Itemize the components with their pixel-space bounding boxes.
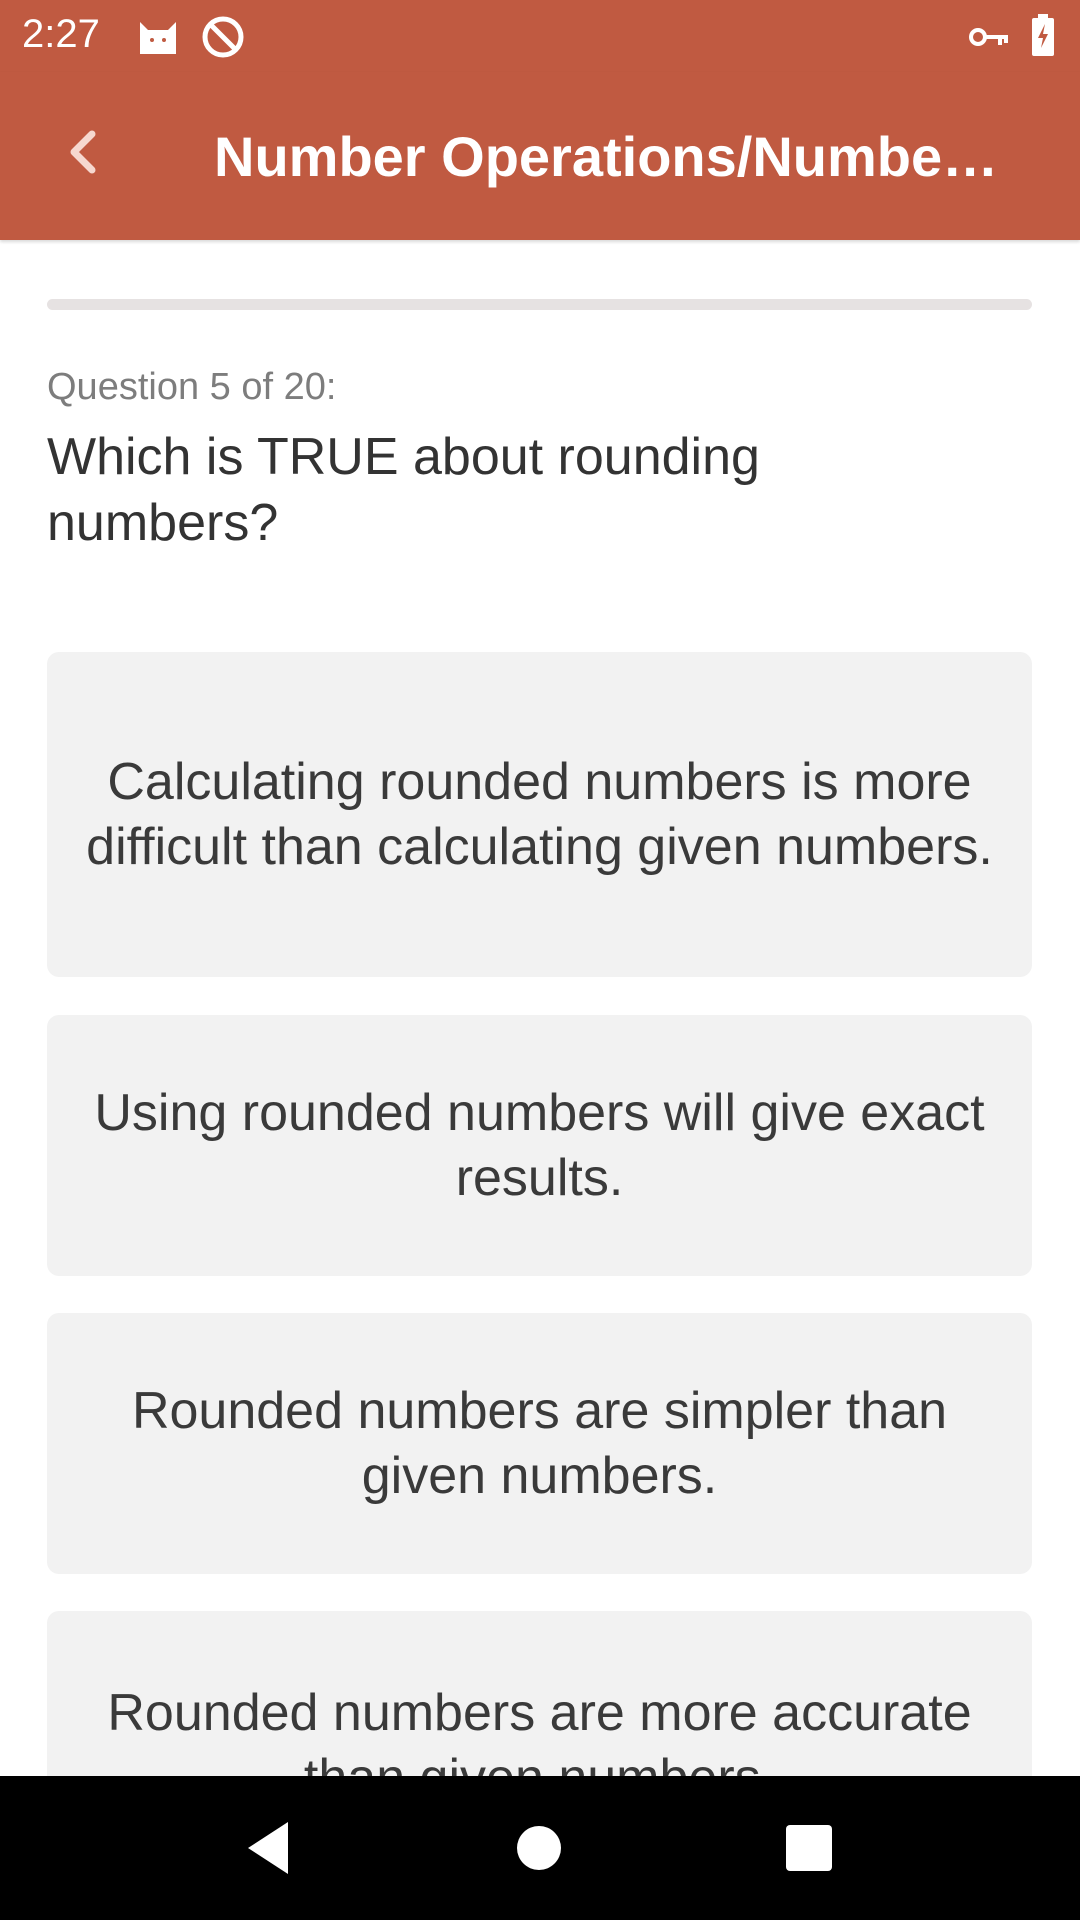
status-time: 2:27 [22, 12, 100, 56]
battery-charging-icon [1032, 14, 1054, 56]
chevron-left-icon [70, 130, 96, 174]
do-not-disturb-icon [202, 16, 244, 58]
vpn-key-icon [969, 28, 1008, 46]
answer-option-3[interactable]: Rounded numbers are simpler than given n… [47, 1313, 1032, 1574]
back-triangle-icon[interactable] [238, 1812, 310, 1884]
answer-option-1[interactable]: Calculating rounded numbers is more diff… [47, 652, 1032, 977]
cat-icon [140, 22, 176, 54]
question-text: Which is TRUE about rounding numbers? [47, 428, 760, 552]
quiz-progress-bar [47, 299, 1032, 310]
question-number-label: Question 5 of 20: [47, 366, 337, 408]
back-button[interactable] [44, 112, 124, 192]
home-circle-icon[interactable] [503, 1812, 575, 1884]
recents-square-icon[interactable] [773, 1812, 845, 1884]
status-bar: 2:27 [0, 0, 1080, 72]
answer-option-2[interactable]: Using rounded numbers will give exact re… [47, 1015, 1032, 1276]
app-bar: Number Operations/Numbe… [0, 72, 1080, 240]
page-title: Number Operations/Numbe… [214, 125, 999, 188]
system-nav-bar [0, 1776, 1080, 1920]
